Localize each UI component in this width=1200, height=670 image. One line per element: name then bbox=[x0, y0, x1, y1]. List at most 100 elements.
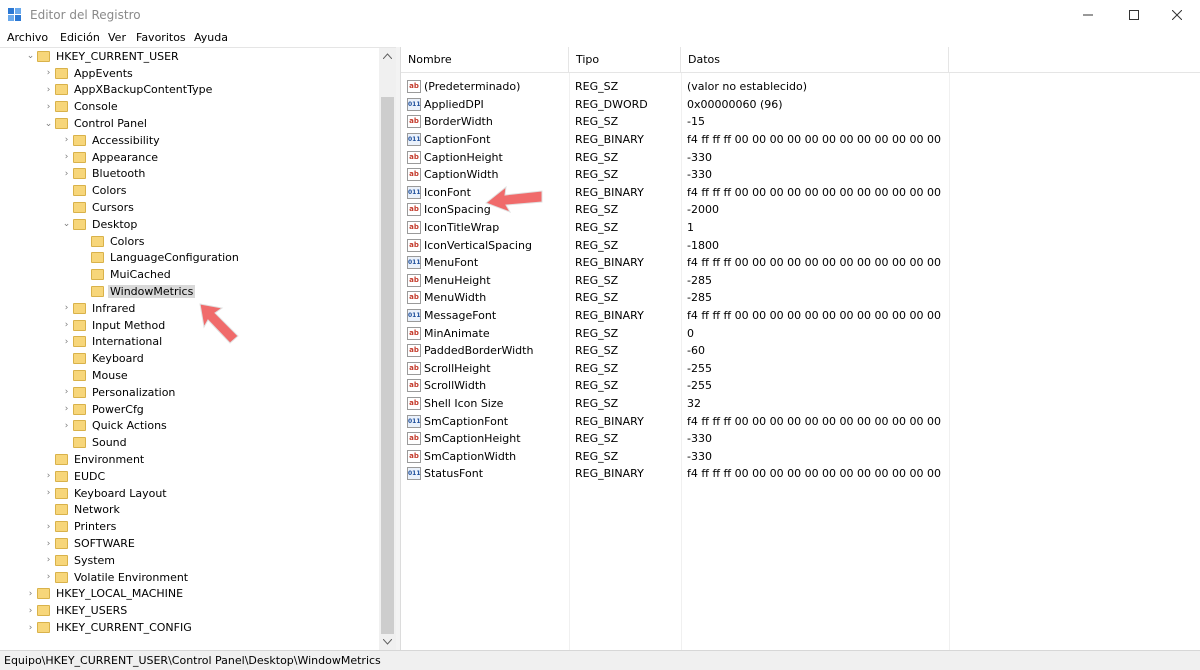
chevron-right-icon[interactable]: › bbox=[44, 522, 53, 532]
scroll-down-icon[interactable] bbox=[383, 639, 392, 645]
value-row[interactable]: ab ScrollWidth REG_SZ -255 bbox=[401, 377, 1200, 395]
chevron-right-icon[interactable]: › bbox=[44, 555, 53, 565]
value-row[interactable]: 011 AppliedDPI REG_DWORD 0x00000060 (96) bbox=[401, 96, 1200, 114]
value-name: IconVerticalSpacing bbox=[424, 238, 532, 252]
tree-item[interactable]: › SOFTWARE bbox=[44, 535, 137, 552]
chevron-right-icon[interactable]: › bbox=[62, 169, 71, 179]
tree-item[interactable]: › HKEY_CURRENT_CONFIG bbox=[26, 619, 194, 636]
chevron-right-icon[interactable]: › bbox=[62, 421, 71, 431]
chevron-right-icon[interactable]: › bbox=[44, 85, 53, 95]
value-row[interactable]: ab BorderWidth REG_SZ -15 bbox=[401, 113, 1200, 131]
tree-scrollbar[interactable] bbox=[379, 48, 396, 650]
tree-item[interactable]: Network bbox=[44, 502, 122, 519]
chevron-down-icon[interactable]: ⌄ bbox=[44, 119, 53, 129]
chevron-down-icon[interactable]: ⌄ bbox=[62, 219, 71, 229]
column-header-data[interactable]: Datos bbox=[681, 47, 949, 73]
value-row[interactable]: ab Shell Icon Size REG_SZ 32 bbox=[401, 395, 1200, 413]
chevron-right-icon[interactable]: › bbox=[26, 623, 35, 633]
tree-item[interactable]: › International bbox=[62, 334, 164, 351]
value-row[interactable]: 011 StatusFont REG_BINARY f4 ff ff ff 00 00… bbox=[401, 465, 1200, 483]
chevron-right-icon[interactable]: › bbox=[62, 152, 71, 162]
chevron-right-icon[interactable]: › bbox=[44, 488, 53, 498]
tree-item[interactable]: › Keyboard Layout bbox=[44, 485, 169, 502]
value-row[interactable]: 011 MenuFont REG_BINARY f4 ff ff ff 00 00 0… bbox=[401, 254, 1200, 272]
tree-item[interactable]: WindowMetrics bbox=[80, 283, 196, 300]
value-row[interactable]: 011 SmCaptionFont REG_BINARY f4 ff ff ff 00… bbox=[401, 412, 1200, 430]
tree-item[interactable]: Colors bbox=[62, 182, 128, 199]
tree-item[interactable]: Colors bbox=[80, 233, 146, 250]
chevron-right-icon[interactable]: › bbox=[62, 303, 71, 313]
value-row[interactable]: ab MinAnimate REG_SZ 0 bbox=[401, 324, 1200, 342]
chevron-right-icon[interactable]: › bbox=[44, 471, 53, 481]
tree-item[interactable]: › Accessibility bbox=[62, 132, 162, 149]
value-name-cell: ab Shell Icon Size bbox=[407, 397, 503, 411]
tree-item-label: HKEY_USERS bbox=[56, 604, 128, 618]
menu-ver[interactable]: Ver bbox=[108, 31, 126, 44]
tree-item[interactable]: ⌄ Control Panel bbox=[44, 115, 149, 132]
close-button[interactable] bbox=[1154, 0, 1200, 30]
tree-item[interactable]: › AppEvents bbox=[44, 65, 135, 82]
tree-item[interactable]: Mouse bbox=[62, 367, 130, 384]
chevron-right-icon[interactable]: › bbox=[62, 404, 71, 414]
chevron-right-icon[interactable]: › bbox=[44, 68, 53, 78]
tree-item[interactable]: Environment bbox=[44, 451, 146, 468]
tree-item[interactable]: › PowerCfg bbox=[62, 401, 146, 418]
tree-item[interactable]: › Input Method bbox=[62, 317, 167, 334]
tree-item[interactable]: › Console bbox=[44, 98, 120, 115]
chevron-right-icon[interactable]: › bbox=[62, 135, 71, 145]
minimize-button[interactable] bbox=[1065, 0, 1111, 30]
menu-favoritos[interactable]: Favoritos bbox=[136, 31, 186, 44]
tree-item[interactable]: › Personalization bbox=[62, 384, 177, 401]
chevron-right-icon[interactable]: › bbox=[44, 102, 53, 112]
menu-ayuda[interactable]: Ayuda bbox=[194, 31, 228, 44]
value-row[interactable]: ab MenuHeight REG_SZ -285 bbox=[401, 272, 1200, 290]
tree-item[interactable]: ⌄ Desktop bbox=[62, 216, 139, 233]
column-header-name[interactable]: Nombre bbox=[401, 47, 569, 73]
tree-item[interactable]: › Appearance bbox=[62, 149, 160, 166]
value-row[interactable]: 011 MessageFont REG_BINARY f4 ff ff ff 00 0… bbox=[401, 307, 1200, 325]
menu-edicion[interactable]: Edición bbox=[60, 31, 100, 44]
tree-item[interactable]: LanguageConfiguration bbox=[80, 250, 241, 267]
menu-archivo[interactable]: Archivo bbox=[7, 31, 48, 44]
values-list[interactable]: Nombre Tipo Datos ab (Predeterminado) REG_… bbox=[400, 47, 1200, 650]
tree-item[interactable]: › HKEY_LOCAL_MACHINE bbox=[26, 586, 185, 603]
tree-item[interactable]: › Printers bbox=[44, 518, 118, 535]
tree-item[interactable]: › AppXBackupContentType bbox=[44, 82, 214, 99]
tree-item[interactable]: › EUDC bbox=[44, 468, 107, 485]
value-row[interactable]: ab SmCaptionWidth REG_SZ -330 bbox=[401, 448, 1200, 466]
value-row[interactable]: ab MenuWidth REG_SZ -285 bbox=[401, 289, 1200, 307]
column-header-type[interactable]: Tipo bbox=[569, 47, 681, 73]
value-row[interactable]: ab ScrollHeight REG_SZ -255 bbox=[401, 360, 1200, 378]
scroll-up-icon[interactable] bbox=[383, 53, 392, 59]
tree-item[interactable]: Cursors bbox=[62, 199, 136, 216]
tree-item[interactable]: ⌄ HKEY_CURRENT_USER bbox=[26, 48, 181, 65]
chevron-down-icon[interactable]: ⌄ bbox=[26, 51, 35, 61]
chevron-right-icon[interactable]: › bbox=[44, 572, 53, 582]
tree-item[interactable]: Keyboard bbox=[62, 350, 146, 367]
tree-item[interactable]: › Infrared bbox=[62, 300, 137, 317]
value-row[interactable]: ab PaddedBorderWidth REG_SZ -60 bbox=[401, 342, 1200, 360]
chevron-right-icon[interactable]: › bbox=[62, 320, 71, 330]
tree-item[interactable]: › System bbox=[44, 552, 117, 569]
key-tree[interactable]: ⌄ HKEY_CURRENT_USER › AppEvents › AppXBackupC… bbox=[0, 47, 396, 650]
value-row[interactable]: ab CaptionHeight REG_SZ -330 bbox=[401, 148, 1200, 166]
tree-item[interactable]: › Quick Actions bbox=[62, 418, 169, 435]
chevron-right-icon[interactable]: › bbox=[26, 606, 35, 616]
value-row[interactable]: ab SmCaptionHeight REG_SZ -330 bbox=[401, 430, 1200, 448]
value-row[interactable]: 011 CaptionFont REG_BINARY f4 ff ff ff 00 0… bbox=[401, 131, 1200, 149]
chevron-right-icon[interactable]: › bbox=[26, 589, 35, 599]
value-row[interactable]: ab IconVerticalSpacing REG_SZ -1800 bbox=[401, 236, 1200, 254]
tree-item-label: WindowMetrics bbox=[108, 285, 196, 299]
value-row[interactable]: ab IconTitleWrap REG_SZ 1 bbox=[401, 219, 1200, 237]
chevron-right-icon[interactable]: › bbox=[62, 337, 71, 347]
chevron-right-icon[interactable]: › bbox=[62, 387, 71, 397]
tree-item[interactable]: MuiCached bbox=[80, 266, 173, 283]
tree-item[interactable]: › Volatile Environment bbox=[44, 569, 190, 586]
maximize-button[interactable] bbox=[1111, 0, 1157, 30]
tree-item[interactable]: Sound bbox=[62, 434, 129, 451]
tree-scroll-thumb[interactable] bbox=[381, 97, 394, 634]
chevron-right-icon[interactable]: › bbox=[44, 539, 53, 549]
tree-item[interactable]: › HKEY_USERS bbox=[26, 602, 129, 619]
value-row[interactable]: ab (Predeterminado) REG_SZ (valor no establ… bbox=[401, 78, 1200, 96]
tree-item[interactable]: › Bluetooth bbox=[62, 166, 147, 183]
